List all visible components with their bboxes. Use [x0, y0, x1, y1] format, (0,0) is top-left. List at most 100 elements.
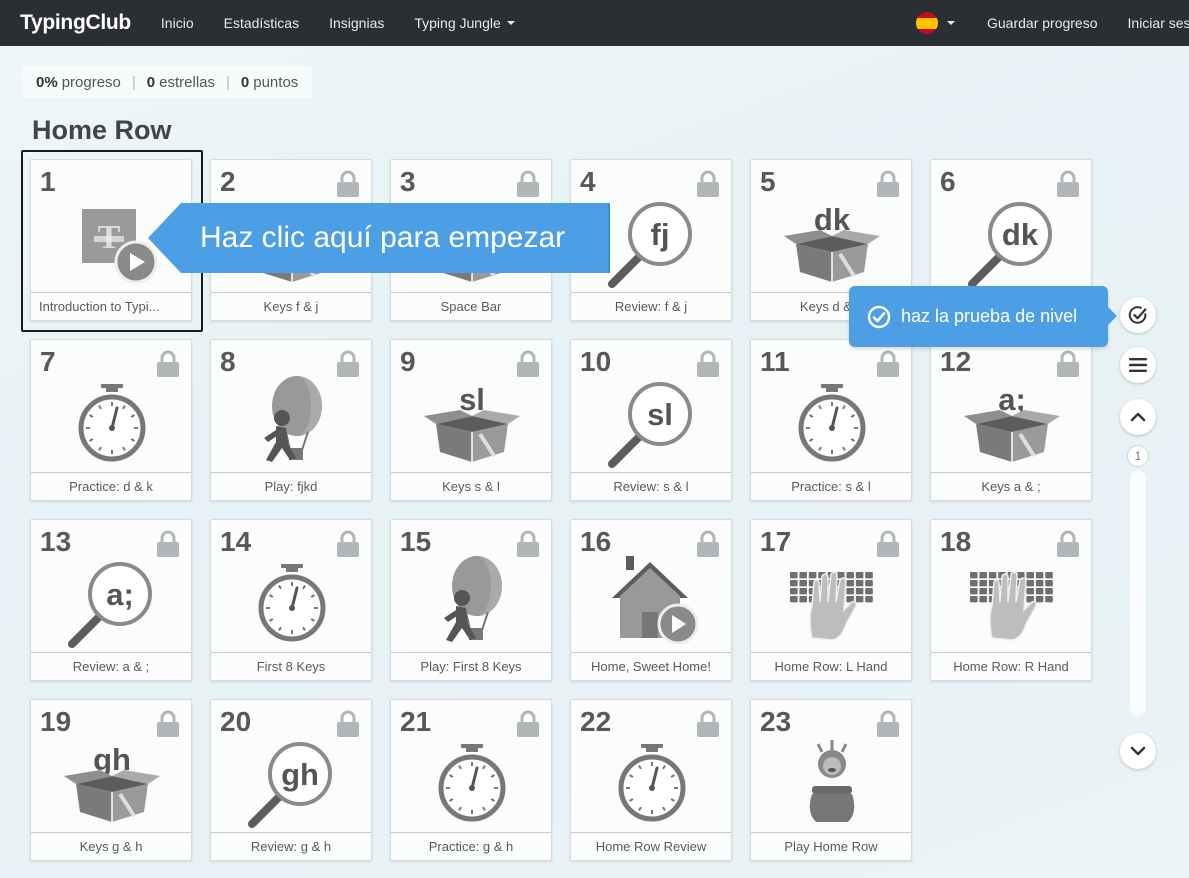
- lesson-card-13[interactable]: 13 a; Review: a & ;: [30, 519, 192, 681]
- pot-character-game-icon: [782, 732, 882, 832]
- page-indicator[interactable]: 1: [1127, 445, 1149, 467]
- progress-label: progreso: [61, 73, 121, 91]
- magnifier-icon: gh: [242, 732, 342, 832]
- balloon-game-icon: [242, 372, 342, 472]
- lesson-card-20[interactable]: 20 gh Review: g & h: [210, 699, 372, 861]
- lesson-card-8[interactable]: 8 Play: fjkd: [210, 339, 372, 501]
- level-test-text: haz la prueba de nivel: [901, 306, 1078, 326]
- chevron-down-icon: [506, 21, 515, 25]
- svg-text:fj: fj: [651, 217, 670, 252]
- lesson-card-14[interactable]: 14 First 8 Keys: [210, 519, 372, 681]
- svg-text:a;: a;: [106, 577, 134, 612]
- lesson-title: Keys g & h: [31, 832, 191, 860]
- nav-typing-jungle[interactable]: Typing Jungle: [414, 15, 515, 31]
- lesson-title: Home, Sweet Home!: [571, 652, 731, 680]
- keyboard-hand-icon: [782, 552, 882, 652]
- stopwatch-icon: [242, 552, 342, 652]
- svg-text:gh: gh: [281, 757, 319, 792]
- lesson-card-15[interactable]: 15 Play: First 8 Keys: [390, 519, 552, 681]
- lesson-title: Keys s & l: [391, 472, 551, 500]
- balloon-game-icon: [422, 552, 522, 652]
- magnifier-icon: sl: [602, 372, 702, 472]
- level-test-button[interactable]: [1120, 297, 1156, 333]
- brand-logo[interactable]: TypingClub: [20, 11, 131, 35]
- check-circle-icon: [1128, 306, 1147, 324]
- magnifier-icon: dk: [962, 192, 1062, 292]
- lesson-title: Play Home Row: [751, 832, 911, 860]
- lesson-number: 3: [400, 166, 416, 197]
- nav-estadisticas[interactable]: Estadísticas: [224, 15, 299, 31]
- lesson-card-9[interactable]: 9 sl Keys s & l: [390, 339, 552, 501]
- stopwatch-icon: [602, 732, 702, 832]
- magnifier-icon: fj: [602, 192, 702, 292]
- login-link[interactable]: Iniciar sesi: [1128, 15, 1189, 31]
- language-selector[interactable]: [916, 12, 955, 34]
- lesson-number: 7: [40, 346, 56, 377]
- typewriter-video-icon: T: [62, 192, 162, 292]
- page-scroll-track[interactable]: [1130, 470, 1146, 716]
- lesson-card-18[interactable]: 18 Home Row: R Hand: [930, 519, 1092, 681]
- lesson-title: Practice: s & l: [751, 472, 911, 500]
- hamburger-icon: [1129, 358, 1147, 372]
- points-label: puntos: [253, 73, 299, 91]
- keys-box-icon: dk: [782, 192, 882, 292]
- magnifier-icon: a;: [62, 552, 162, 652]
- level-test-callout[interactable]: haz la prueba de nivel: [849, 286, 1117, 347]
- lesson-title: Space Bar: [391, 292, 551, 320]
- lesson-title: Play: First 8 Keys: [391, 652, 551, 680]
- navbar-right: Guardar progreso Iniciar sesi: [916, 0, 1189, 46]
- points-count: 0: [240, 73, 250, 91]
- chevron-up-icon: [1130, 412, 1146, 422]
- lesson-title: Practice: d & k: [31, 472, 191, 500]
- lesson-title: Review: g & h: [211, 832, 371, 860]
- lesson-card-19[interactable]: 19 gh Keys g & h: [30, 699, 192, 861]
- top-navbar: TypingClub Inicio Estadísticas Insignias…: [0, 0, 1189, 46]
- stopwatch-icon: [782, 372, 882, 472]
- spain-flag-icon: [916, 12, 938, 34]
- lesson-card-10[interactable]: 10 sl Review: s & l: [570, 339, 732, 501]
- svg-text:dk: dk: [1002, 217, 1039, 252]
- nav-insignias[interactable]: Insignias: [329, 15, 384, 31]
- lesson-title: Review: a & ;: [31, 652, 191, 680]
- lesson-number: 2: [220, 166, 236, 197]
- keyboard-hand-icon: [962, 552, 1062, 652]
- lesson-card-11[interactable]: 11 Practice: s & l: [750, 339, 912, 501]
- lesson-title: First 8 Keys: [211, 652, 371, 680]
- lesson-card-22[interactable]: 22 Home Row Review: [570, 699, 732, 861]
- start-callout-text: Haz clic aquí para empezar: [200, 221, 566, 254]
- lesson-number: 5: [760, 166, 776, 197]
- stars-count: 0: [146, 73, 156, 91]
- progress-summary: 0% progreso | 0 estrellas | 0 puntos: [22, 66, 313, 98]
- nav-typing-jungle-label: Typing Jungle: [414, 15, 501, 31]
- lesson-number: 8: [220, 346, 236, 377]
- lesson-number: 9: [400, 346, 416, 377]
- menu-button[interactable]: [1120, 347, 1156, 383]
- lesson-number: 1: [40, 166, 56, 197]
- lesson-card-12[interactable]: 12 a; Keys a & ;: [930, 339, 1092, 501]
- lesson-title: Home Row: L Hand: [751, 652, 911, 680]
- lesson-title: Home Row Review: [571, 832, 731, 860]
- lesson-number: 6: [940, 166, 956, 197]
- lesson-card-16[interactable]: 16 Home, Sweet Home!: [570, 519, 732, 681]
- nav-inicio[interactable]: Inicio: [161, 15, 194, 31]
- save-progress-link[interactable]: Guardar progreso: [987, 15, 1098, 31]
- house-video-icon: [602, 552, 702, 652]
- lesson-title: Practice: g & h: [391, 832, 551, 860]
- section-title: Home Row: [32, 115, 172, 145]
- lesson-card-17[interactable]: 17 Home Row: L Hand: [750, 519, 912, 681]
- keys-box-icon: a;: [962, 372, 1062, 472]
- lesson-card-23[interactable]: 23 Play Home Row: [750, 699, 912, 861]
- lesson-title: Review: f & j: [571, 292, 731, 320]
- lesson-card-21[interactable]: 21 Practice: g & h: [390, 699, 552, 861]
- lesson-card-7[interactable]: 7 Practice: d & k: [30, 339, 192, 501]
- lesson-title: Keys f & j: [211, 292, 371, 320]
- lesson-title: Play: fjkd: [211, 472, 371, 500]
- chevron-down-icon: [1130, 746, 1146, 756]
- progress-percent: 0%: [36, 73, 58, 91]
- start-callout[interactable]: Haz clic aquí para empezar: [148, 203, 610, 273]
- scroll-down-button[interactable]: [1120, 733, 1156, 769]
- check-circle-icon: [867, 305, 891, 328]
- scroll-up-button[interactable]: [1120, 399, 1156, 435]
- lesson-title: Review: s & l: [571, 472, 731, 500]
- lesson-title: Home Row: R Hand: [931, 652, 1091, 680]
